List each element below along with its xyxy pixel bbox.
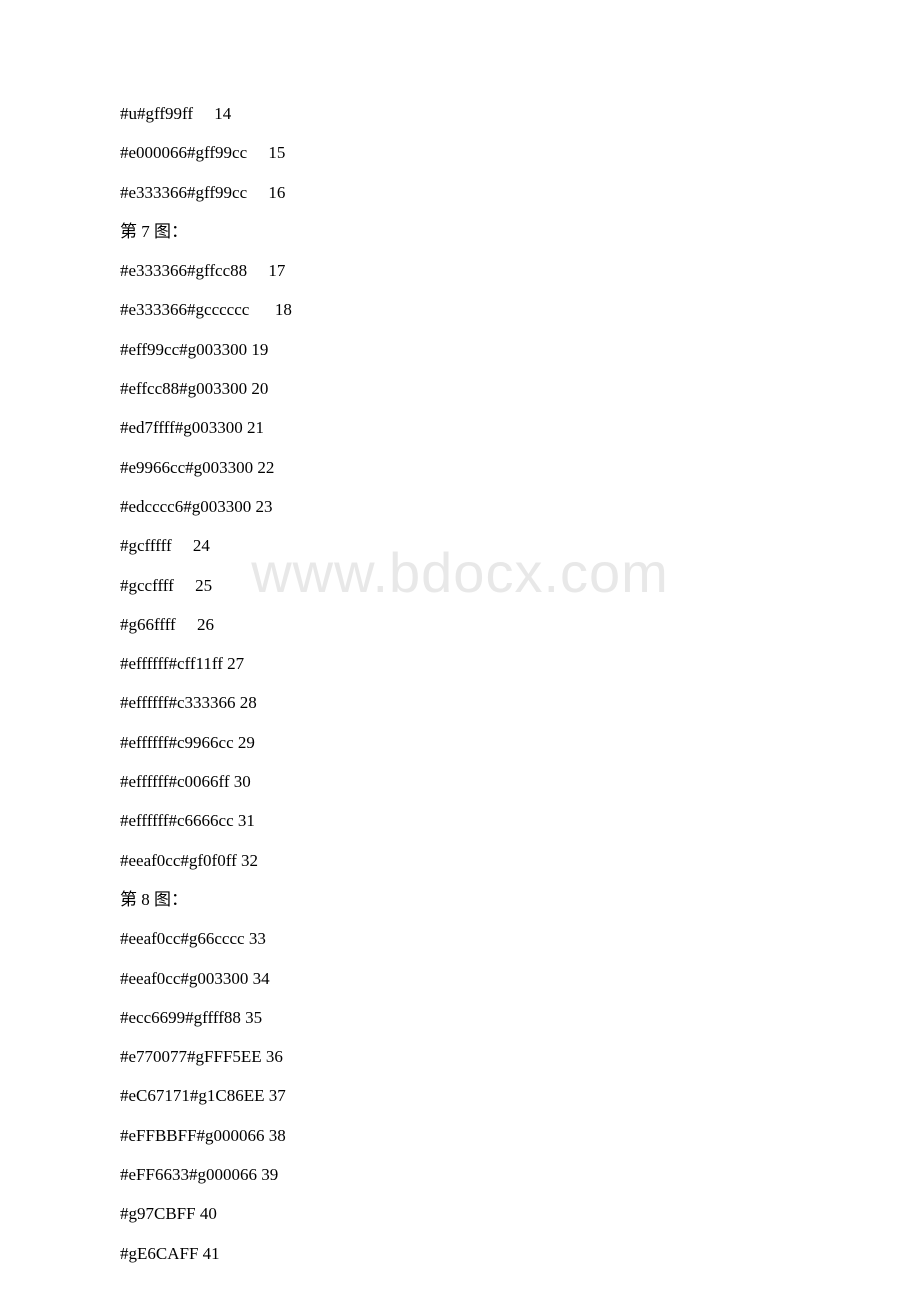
- document-content: #u#gff99ff 14 #e000066#gff99cc 15 #e3333…: [120, 105, 800, 1284]
- code-line: #eff99cc#g003300 19: [120, 341, 800, 358]
- code-line: #e333366#gcccccc 18: [120, 301, 800, 318]
- code-line: #g66ffff 26: [120, 616, 800, 633]
- section-heading: 第 8 图：: [120, 891, 800, 908]
- code-line: #u#gff99ff 14: [120, 105, 800, 122]
- code-line: #effffff#c9966cc 29: [120, 734, 800, 751]
- section-heading: 第 7 图：: [120, 223, 800, 240]
- code-line: #gccffff 25: [120, 577, 800, 594]
- code-line: #effffff#c0066ff 30: [120, 773, 800, 790]
- code-line: #g97CBFF 40: [120, 1205, 800, 1222]
- code-line: #e770077#gFFF5EE 36: [120, 1048, 800, 1065]
- code-line: #eeaf0cc#g003300 34: [120, 970, 800, 987]
- code-line: #eeaf0cc#g66cccc 33: [120, 930, 800, 947]
- code-line: #effffff#cff11ff 27: [120, 655, 800, 672]
- code-line: #effcc88#g003300 20: [120, 380, 800, 397]
- code-line: #eFFBBFF#g000066 38: [120, 1127, 800, 1144]
- code-line: #e000066#gff99cc 15: [120, 144, 800, 161]
- code-line: #eC67171#g1C86EE 37: [120, 1087, 800, 1104]
- code-line: #ed7ffff#g003300 21: [120, 419, 800, 436]
- code-line: #gE6CAFF 41: [120, 1245, 800, 1262]
- code-line: #e333366#gffcc88 17: [120, 262, 800, 279]
- code-line: #edcccc6#g003300 23: [120, 498, 800, 515]
- code-line: #ecc6699#gffff88 35: [120, 1009, 800, 1026]
- code-line: #e333366#gff99cc 16: [120, 184, 800, 201]
- code-line: #gcfffff 24: [120, 537, 800, 554]
- code-line: #e9966cc#g003300 22: [120, 459, 800, 476]
- code-line: #eFF6633#g000066 39: [120, 1166, 800, 1183]
- code-line: #eeaf0cc#gf0f0ff 32: [120, 852, 800, 869]
- code-line: #effffff#c6666cc 31: [120, 812, 800, 829]
- code-line: #effffff#c333366 28: [120, 694, 800, 711]
